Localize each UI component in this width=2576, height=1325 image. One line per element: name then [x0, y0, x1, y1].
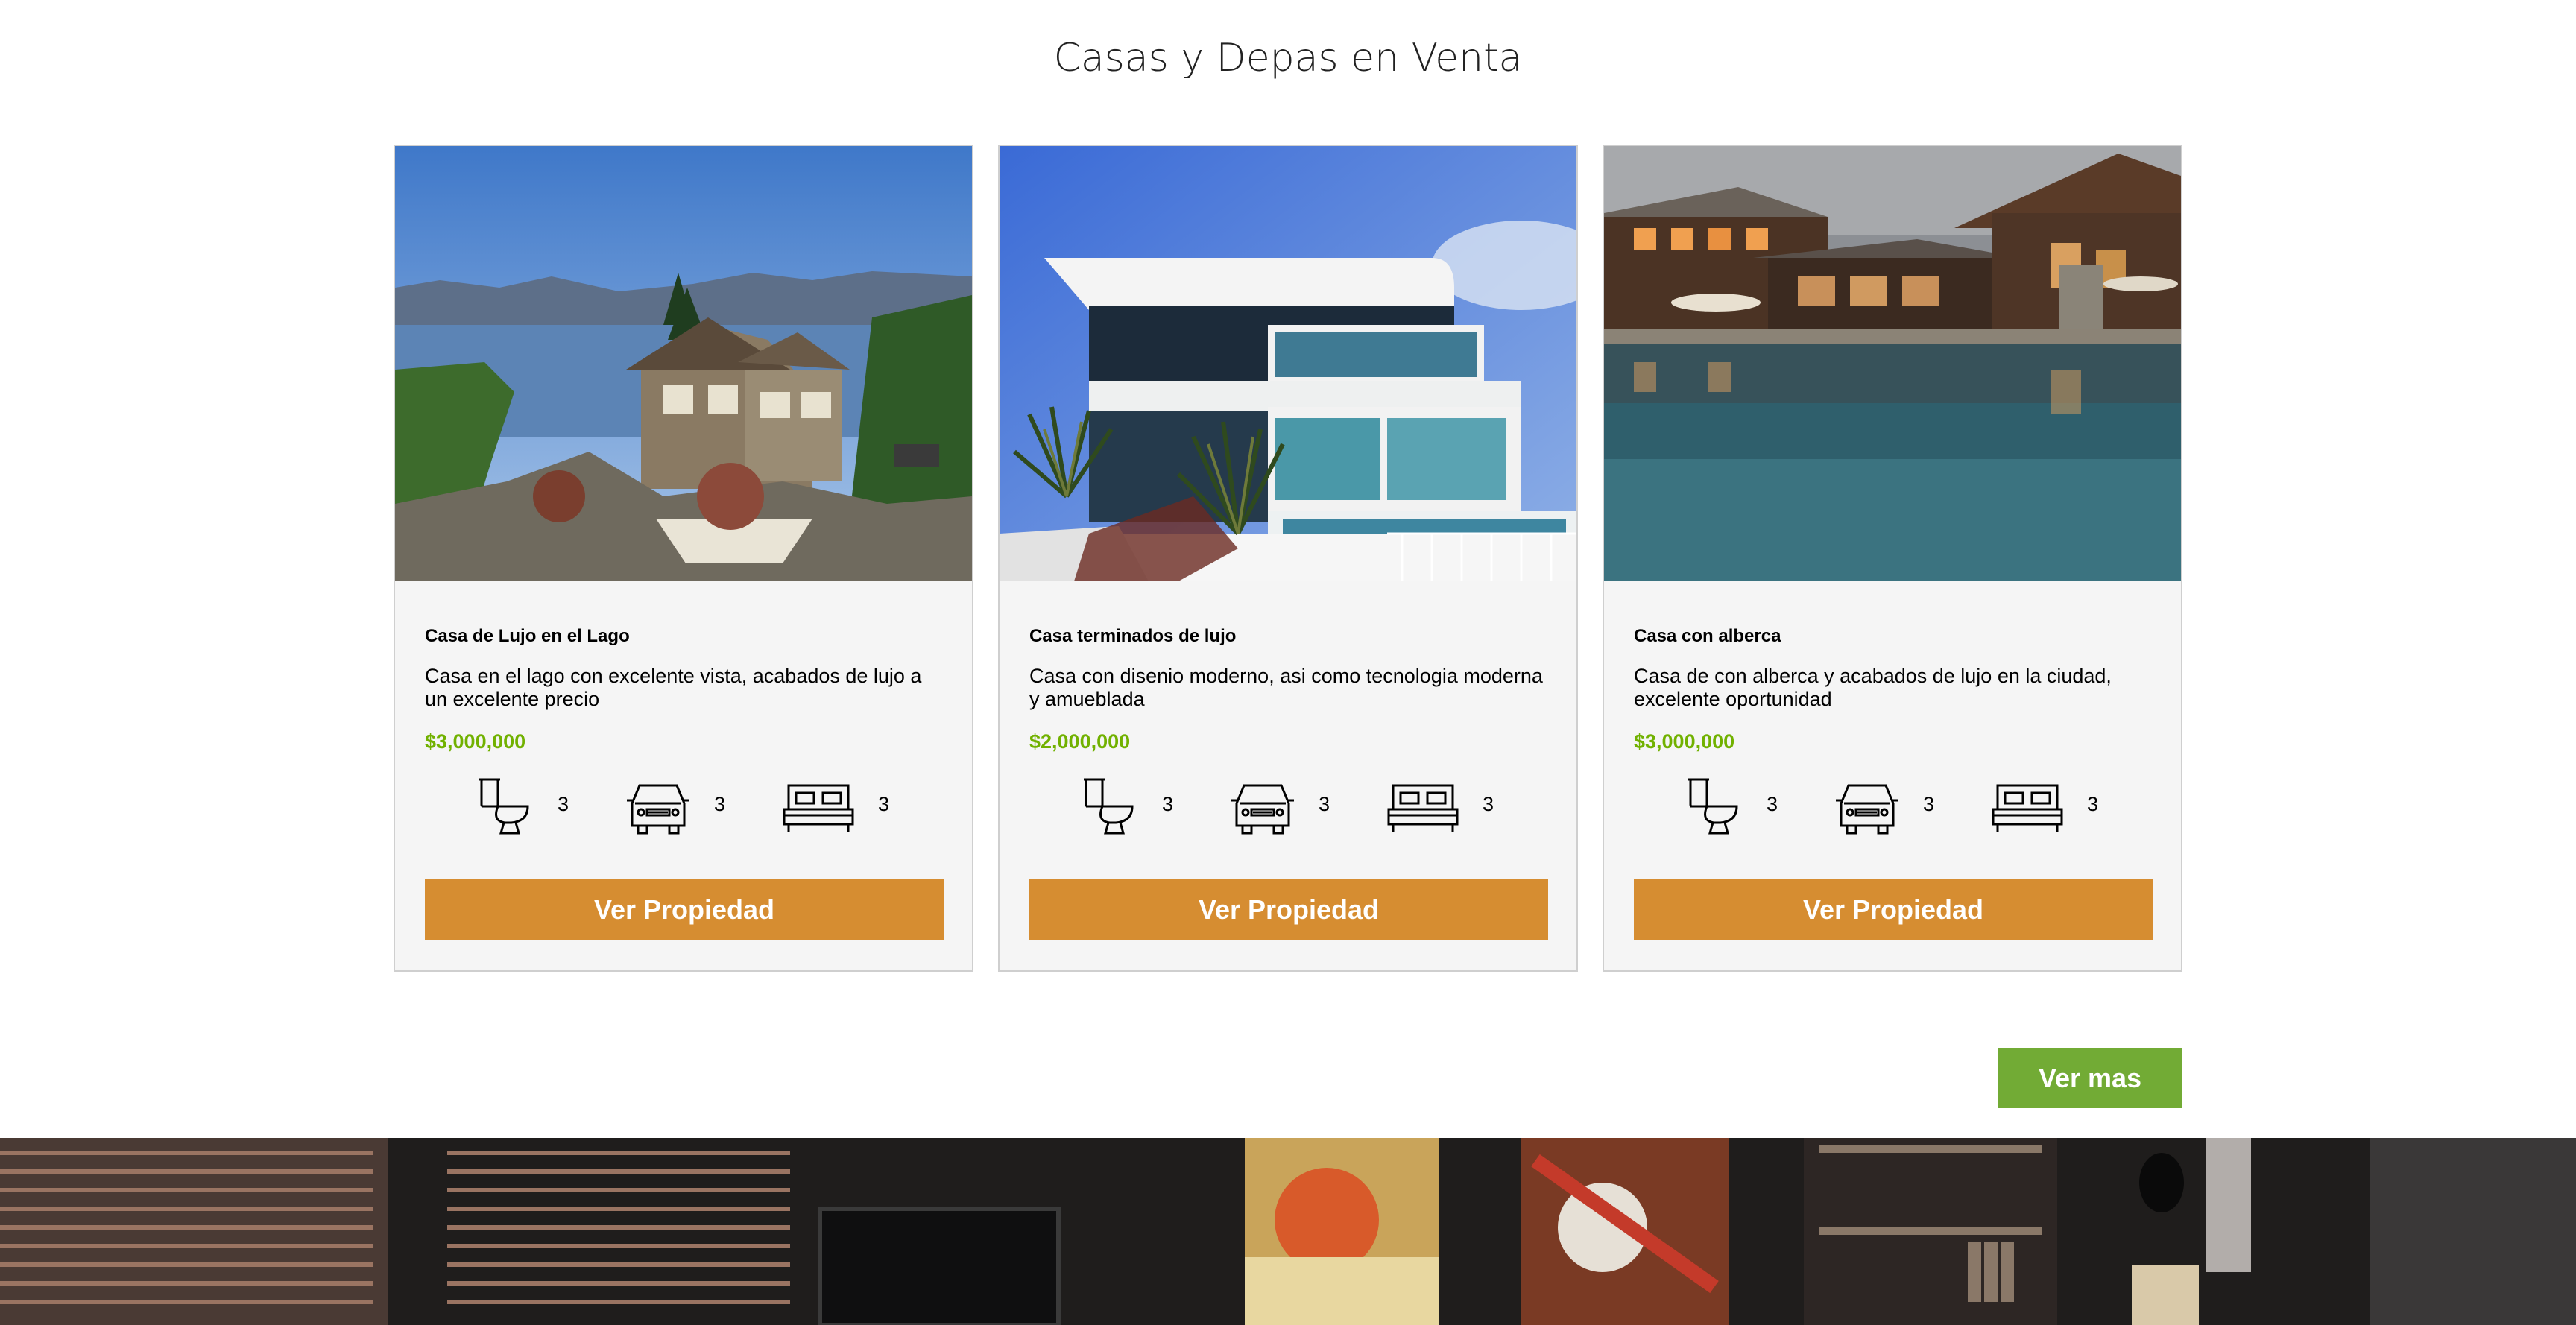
interior-banner-image: [0, 1138, 2576, 1325]
parking-count: 3: [1923, 793, 1935, 815]
bedrooms-count: 3: [878, 793, 890, 815]
parking-count: 3: [1319, 793, 1330, 815]
listing-title: Casa de Lujo en el Lago: [425, 626, 630, 646]
listing-description: Casa de con alberca y acabados de lujo e…: [1634, 665, 2112, 710]
listing-card: Casa con alberca Casa de con alberca y a…: [1603, 145, 2182, 972]
car-icon: [627, 784, 689, 835]
listing-price: $3,000,000: [1634, 730, 1735, 753]
bedrooms-count: 3: [2087, 793, 2099, 815]
car-icon: [1231, 784, 1294, 835]
listing-features: 3 3 3: [1634, 777, 2153, 836]
view-property-button[interactable]: Ver Propiedad: [425, 879, 944, 940]
car-icon: [1836, 784, 1898, 835]
listing-card: Casa de Lujo en el Lago Casa en el lago …: [394, 145, 973, 972]
listing-image-pool-house[interactable]: [1604, 146, 2181, 581]
listing-features: 3 3 3: [1029, 777, 1548, 836]
listing-title: Casa terminados de lujo: [1029, 626, 1237, 646]
bed-icon: [1992, 784, 2063, 832]
toilet-icon: [1084, 778, 1134, 835]
toilet-icon: [479, 778, 529, 835]
listing-card: Casa terminados de lujo Casa con disenio…: [998, 145, 1578, 972]
listing-price: $3,000,000: [425, 730, 526, 753]
listing-price: $2,000,000: [1029, 730, 1131, 753]
bed-icon: [1387, 784, 1459, 832]
bed-icon: [783, 784, 854, 832]
listing-features: 3 3 3: [425, 777, 944, 836]
toilet-icon: [1688, 778, 1738, 835]
bedrooms-count: 3: [1483, 793, 1494, 815]
bathrooms-count: 3: [1162, 793, 1174, 815]
listings-grid: Casa de Lujo en el Lago Casa en el lago …: [394, 145, 2182, 973]
listing-image-modern-house[interactable]: [1000, 146, 1576, 581]
bathrooms-count: 3: [558, 793, 569, 815]
section-title: Casas y Depas en Venta: [1053, 36, 1523, 80]
listing-description: Casa en el lago con excelente vista, aca…: [425, 665, 922, 710]
view-property-button[interactable]: Ver Propiedad: [1029, 879, 1548, 940]
view-property-button[interactable]: Ver Propiedad: [1634, 879, 2153, 940]
listing-description: Casa con disenio moderno, asi como tecno…: [1029, 665, 1543, 710]
see-more-button[interactable]: Ver mas: [1998, 1048, 2182, 1108]
parking-count: 3: [714, 793, 726, 815]
bathrooms-count: 3: [1767, 793, 1778, 815]
listing-image-lake-house[interactable]: [395, 146, 972, 581]
listing-title: Casa con alberca: [1634, 626, 1781, 646]
